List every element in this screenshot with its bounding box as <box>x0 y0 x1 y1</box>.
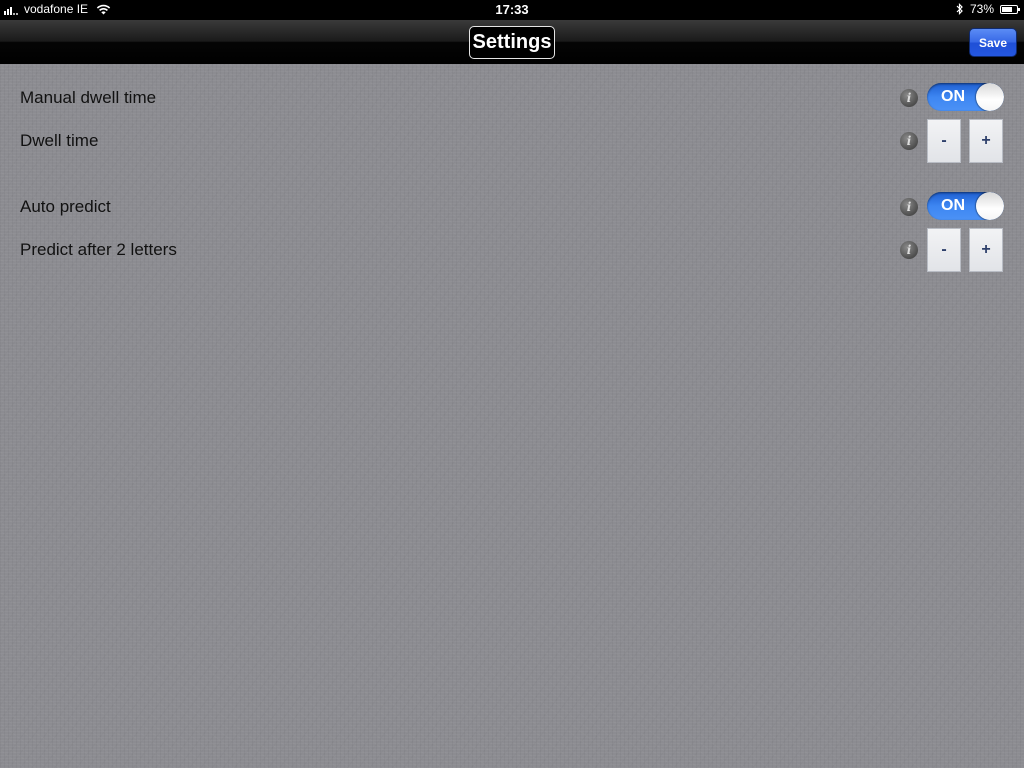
info-icon[interactable]: i <box>900 132 918 150</box>
manual-dwell-time-label: Manual dwell time <box>20 88 157 107</box>
setting-row-dwell-time: Dwell time i - + <box>0 119 1024 163</box>
battery-fill <box>1002 6 1013 12</box>
toggle-knob <box>976 192 1004 220</box>
navigation-bar: Settings Save <box>0 20 1024 64</box>
bluetooth-icon <box>956 3 963 15</box>
info-icon[interactable]: i <box>900 198 918 216</box>
battery-icon <box>1000 4 1020 14</box>
setting-row-manual-dwell-time: Manual dwell time i ON <box>0 76 1024 120</box>
auto-predict-toggle[interactable]: ON <box>927 192 1004 220</box>
dwell-time-increment-button[interactable]: + <box>969 119 1003 163</box>
predict-after-increment-button[interactable]: + <box>969 228 1003 272</box>
status-right: 73% <box>956 2 1020 16</box>
save-button[interactable]: Save <box>969 28 1017 57</box>
status-time: 17:33 <box>495 2 529 17</box>
toggle-on-label: ON <box>941 88 965 105</box>
info-icon[interactable]: i <box>900 89 918 107</box>
setting-row-predict-after: Predict after 2 letters i - + <box>0 228 1024 272</box>
manual-dwell-time-toggle[interactable]: ON <box>927 83 1004 111</box>
predict-after-label: Predict after 2 letters <box>20 240 177 259</box>
info-icon[interactable]: i <box>900 241 918 259</box>
page-title: Settings <box>469 26 555 59</box>
dwell-time-label: Dwell time <box>20 131 99 150</box>
predict-after-decrement-button[interactable]: - <box>927 228 961 272</box>
setting-row-auto-predict: Auto predict i ON <box>0 185 1024 229</box>
auto-predict-label: Auto predict <box>20 197 111 216</box>
status-bar: vodafone IE 17:33 73% <box>0 0 1024 20</box>
dwell-time-decrement-button[interactable]: - <box>927 119 961 163</box>
toggle-knob <box>976 83 1004 111</box>
settings-screen: vodafone IE 17:33 73% Settings Save Manu… <box>0 0 1024 768</box>
battery-percent: 73% <box>969 2 994 16</box>
toggle-on-label: ON <box>941 197 965 214</box>
